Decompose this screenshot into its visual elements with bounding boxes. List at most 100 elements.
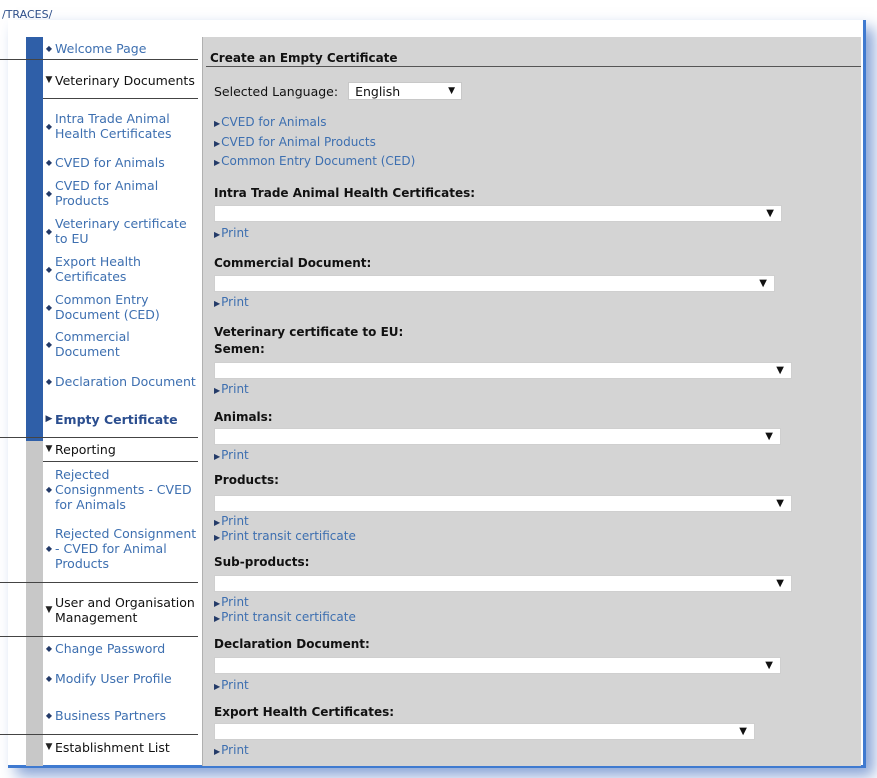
print-transit-link[interactable]: ▶Print transit certificate: [214, 529, 356, 543]
chevron-down-icon: ▼: [776, 365, 784, 376]
sidebar-section-establishment[interactable]: ▼ Establishment List: [43, 738, 198, 756]
chevron-down-icon: ▼: [765, 660, 773, 671]
section-vet-certificate: Veterinary certificate to EU:: [214, 325, 404, 339]
bullet-icon: ◆: [45, 43, 53, 53]
collapse-arrow-icon: ▼: [45, 443, 53, 454]
section-animals: Animals:: [214, 410, 273, 424]
sidebar-section-user-org[interactable]: ▼ User and Organisation Management: [43, 585, 198, 635]
bullet-icon: ◆: [45, 157, 53, 167]
bullet-icon: ◆: [45, 188, 53, 198]
sidebar-item-ced[interactable]: ◆ Common Entry Document (CED): [43, 290, 198, 324]
print-link[interactable]: ▶Print: [214, 295, 249, 309]
chevron-down-icon: ▼: [776, 578, 784, 589]
sidebar-item-change-password[interactable]: ◆ Change Password: [43, 639, 198, 657]
sidebar-item-vet-certificate[interactable]: ◆ Veterinary certificate to EU: [43, 214, 198, 248]
collapse-arrow-icon: ▼: [45, 741, 53, 752]
language-value: English: [355, 83, 401, 99]
print-link[interactable]: ▶Print: [214, 595, 249, 609]
link-cved-animal-products[interactable]: ▶CVED for Animal Products: [214, 135, 376, 149]
print-link[interactable]: ▶Print: [214, 382, 249, 396]
sidebar-item-cved-animal-products[interactable]: ◆ CVED for Animal Products: [43, 176, 198, 210]
print-link[interactable]: ▶Print: [214, 678, 249, 692]
sidebar-section-veterinary[interactable]: ▼ Veterinary Documents: [43, 63, 198, 97]
select-export[interactable]: ▼: [214, 723, 755, 740]
sidebar-item-export-health[interactable]: ◆ Export Health Certificates: [43, 252, 198, 286]
bullet-icon: ◆: [45, 339, 53, 349]
arrow-right-icon: ▶: [214, 230, 221, 239]
arrow-right-icon: ▶: [214, 614, 221, 623]
select-intra-trade[interactable]: ▼: [214, 205, 782, 222]
sidebar-item-rejected-cved-animals[interactable]: ◆ Rejected Consignments - CVED for Anima…: [43, 464, 198, 514]
print-link[interactable]: ▶Print: [214, 448, 249, 462]
collapse-arrow-icon: ▼: [45, 604, 53, 615]
bullet-icon: ◆: [45, 643, 53, 653]
divider: [43, 98, 198, 99]
bullet-icon: ◆: [45, 376, 53, 386]
arrow-right-icon: ▶: [214, 518, 221, 527]
divider: [43, 461, 198, 462]
bullet-icon: ◆: [45, 302, 53, 312]
chevron-down-icon: ▼: [759, 278, 767, 289]
sidebar-item-modify-profile[interactable]: ◆ Modify User Profile: [43, 661, 198, 695]
chevron-down-icon: ▼: [766, 208, 774, 219]
bullet-icon: ◆: [45, 264, 53, 274]
select-sub-products[interactable]: ▼: [214, 575, 792, 592]
section-sub-products: Sub-products:: [214, 555, 310, 569]
section-products: Products:: [214, 473, 279, 487]
select-semen[interactable]: ▼: [214, 362, 792, 379]
section-semen: Semen:: [214, 342, 265, 356]
arrow-right-icon: ▶: [214, 682, 221, 691]
select-declaration[interactable]: ▼: [214, 657, 781, 674]
print-link[interactable]: ▶Print: [214, 743, 249, 757]
chevron-down-icon: ▼: [776, 498, 784, 509]
divider: [0, 582, 198, 583]
chevron-down-icon: ▼: [765, 431, 773, 442]
print-link[interactable]: ▶Print: [214, 514, 249, 528]
main-panel: Create an Empty Certificate Selected Lan…: [202, 37, 861, 766]
page-title: Create an Empty Certificate: [210, 51, 398, 65]
select-products[interactable]: ▼: [214, 495, 792, 512]
bullet-icon: ◆: [45, 543, 53, 553]
language-label: Selected Language:: [214, 83, 339, 99]
sidebar-item-intra-trade[interactable]: ◆ Intra Trade Animal Health Certificates: [43, 101, 198, 151]
sidebar: ◆ Welcome Page ▼ Veterinary Documents ◆ …: [0, 37, 198, 766]
sidebar-item-rejected-cved-products[interactable]: ◆ Rejected Consignment - CVED for Animal…: [43, 516, 198, 580]
sidebar-item-cved-animals[interactable]: ◆ CVED for Animals: [43, 153, 198, 171]
bullet-icon: ◆: [45, 673, 53, 683]
divider: [0, 636, 198, 637]
section-commercial: Commercial Document:: [214, 256, 372, 270]
sidebar-section-reporting[interactable]: ▼ Reporting: [43, 440, 198, 458]
language-row: Selected Language: English ▼: [214, 82, 463, 100]
title-divider: [206, 66, 861, 67]
bullet-icon: ◆: [45, 226, 53, 236]
arrow-right-icon: ▶: [214, 386, 221, 395]
sidebar-item-declaration[interactable]: ◆ Declaration Document: [43, 364, 198, 398]
arrow-right-icon: ▶: [214, 452, 221, 461]
section-declaration: Declaration Document:: [214, 637, 370, 651]
bullet-icon: ◆: [45, 121, 53, 131]
arrow-right-icon: ▶: [214, 533, 221, 542]
print-link[interactable]: ▶Print: [214, 226, 249, 240]
divider: [0, 437, 198, 438]
divider: [0, 59, 198, 60]
sidebar-item-empty-certificate[interactable]: ▶ Empty Certificate: [43, 402, 198, 436]
chevron-down-icon: ▼: [739, 726, 747, 737]
print-transit-link[interactable]: ▶Print transit certificate: [214, 610, 356, 624]
link-ced[interactable]: ▶Common Entry Document (CED): [214, 154, 415, 168]
active-arrow-icon: ▶: [45, 413, 53, 424]
arrow-right-icon: ▶: [214, 158, 221, 167]
select-commercial[interactable]: ▼: [214, 275, 775, 292]
arrow-right-icon: ▶: [214, 139, 221, 148]
arrow-right-icon: ▶: [214, 299, 221, 308]
section-intra-trade: Intra Trade Animal Health Certificates:: [214, 186, 476, 200]
divider: [0, 734, 198, 735]
sidebar-item-welcome[interactable]: ◆ Welcome Page: [43, 39, 198, 57]
link-cved-animals[interactable]: ▶CVED for Animals: [214, 115, 326, 129]
section-export: Export Health Certificates:: [214, 705, 395, 719]
select-animals[interactable]: ▼: [214, 428, 781, 445]
sidebar-item-business-partners[interactable]: ◆ Business Partners: [43, 698, 198, 732]
bullet-icon: ◆: [45, 484, 53, 494]
collapse-arrow-icon: ▼: [45, 74, 53, 85]
language-select[interactable]: English ▼: [348, 82, 463, 100]
sidebar-item-commercial[interactable]: ◆ Commercial Document: [43, 327, 198, 361]
